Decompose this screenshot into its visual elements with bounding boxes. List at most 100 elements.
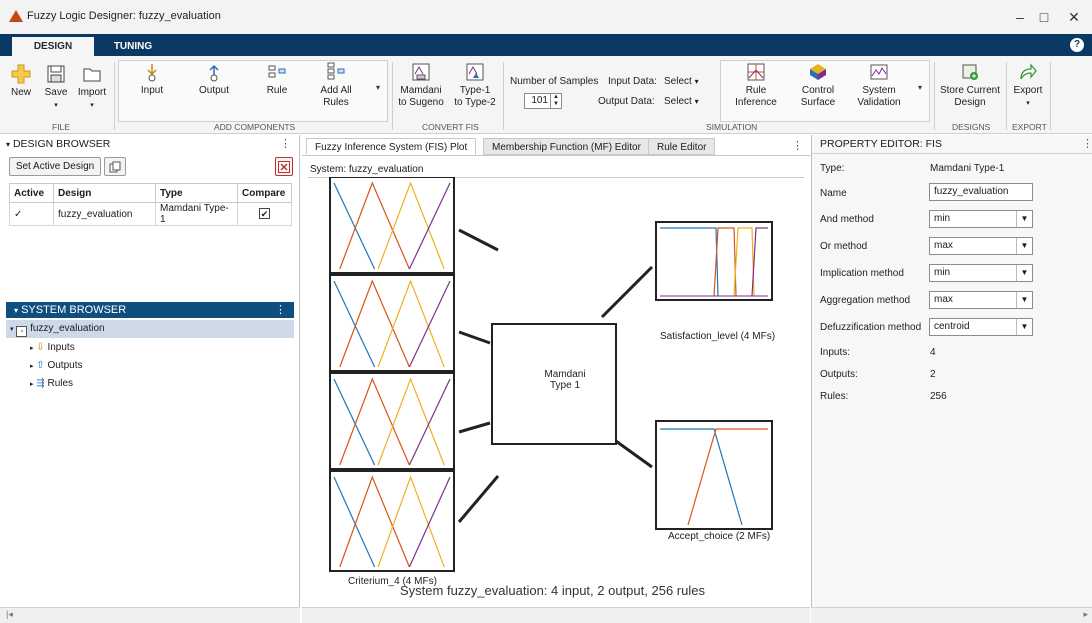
center-more-options-icon[interactable]: ⋮ [792, 139, 803, 152]
implication-method-select[interactable]: min ▼ [929, 264, 1033, 282]
new-label: New [10, 87, 31, 98]
design-browser-header[interactable]: ▾ DESIGN BROWSER [6, 137, 110, 151]
close-button[interactable]: ✕ [1056, 6, 1092, 28]
defuzzification-method-select[interactable]: centroid ▼ [929, 318, 1033, 336]
center-scrollbar[interactable] [302, 607, 810, 623]
simulation-group-label: SIMULATION [706, 122, 758, 132]
export-arrow-icon [1020, 63, 1037, 80]
tree-item-rules[interactable]: ▸ ⇶ Rules [30, 376, 73, 392]
property-more-options-icon[interactable]: ⋮ [1082, 137, 1092, 150]
add-all-label-1: Add All [320, 85, 352, 96]
system-browser-header[interactable]: ▾ SYSTEM BROWSER ⋮ [6, 302, 294, 318]
expand-arrow-icon[interactable]: ▸ [30, 363, 34, 370]
mamdani-to-sugeno-button[interactable]: Mamdani to Sugeno [396, 62, 446, 109]
left-scrollbar[interactable]: |◂ [0, 607, 300, 623]
column-header-active[interactable]: Active [9, 183, 54, 203]
set-active-design-button[interactable]: Set Active Design [9, 157, 101, 176]
tree-item-outputs[interactable]: ▸ ⇧ Outputs [30, 358, 83, 374]
tab-rule-editor[interactable]: Rule Editor [648, 138, 716, 155]
help-button[interactable]: ? [1070, 38, 1084, 52]
aggregation-method-value: max [934, 294, 953, 305]
output-label: Output [198, 85, 230, 96]
input-data-dropdown[interactable]: Select ▾ [664, 76, 699, 87]
fis-box-label: Mamdani Type 1 [535, 369, 595, 391]
ribbon: New Save ▾ Import ▾ FILE Input Output Rule… [0, 56, 1092, 134]
save-button[interactable]: Save ▾ [42, 64, 70, 112]
implication-method-value: min [934, 267, 951, 278]
system-browser-more-icon[interactable]: ⋮ [275, 302, 286, 318]
outputs-value: 2 [930, 369, 936, 380]
expand-arrow-icon[interactable]: ▸ [30, 345, 34, 352]
duplicate-icon [109, 161, 121, 173]
save-label: Save [44, 87, 68, 98]
tab-fis-plot[interactable]: Fuzzy Inference System (FIS) Plot [306, 138, 477, 155]
tab-tuning[interactable]: TUNING [104, 37, 162, 56]
and-method-value: min [934, 213, 951, 224]
ribbon-separator [1006, 62, 1007, 130]
folder-icon [83, 68, 101, 82]
column-header-design[interactable]: Design [53, 183, 156, 203]
outputs-label: Outputs: [820, 369, 858, 380]
type-label: Type: [820, 163, 845, 174]
and-method-select[interactable]: min ▼ [929, 210, 1033, 228]
property-editor-title: PROPERTY EDITOR: FIS [820, 138, 942, 150]
rule-inference-button[interactable]: Rule Inference [734, 62, 778, 109]
dropdown-arrow-icon: ▼ [1016, 292, 1032, 308]
import-button[interactable]: Import ▾ [74, 64, 110, 112]
import-label: Import [77, 87, 107, 98]
collapse-arrow-icon[interactable]: ▾ [10, 326, 14, 333]
new-button[interactable]: New [6, 64, 36, 99]
type1-to-type2-button[interactable]: Type-1 to Type-2 [450, 62, 500, 109]
add-rule-button[interactable]: Rule [258, 62, 296, 97]
simulation-gallery-expand-icon[interactable]: ▾ [918, 83, 922, 92]
inputs-value: 4 [930, 347, 936, 358]
aggregation-method-select[interactable]: max ▼ [929, 291, 1033, 309]
delete-design-button[interactable] [275, 157, 293, 176]
and-method-label: And method [820, 214, 874, 225]
tree-item-inputs[interactable]: ▸ ⇩ Inputs [30, 340, 75, 356]
num-samples-spinner[interactable]: 101 ▲ ▼ [524, 93, 562, 109]
tab-design[interactable]: DESIGN [12, 37, 94, 56]
table-row[interactable]: ✓ fuzzy_evaluation Mamdani Type-1 ✔ [9, 202, 292, 226]
control-surface-label-2: Surface [800, 97, 836, 108]
tab-mf-editor[interactable]: Membership Function (MF) Editor [483, 138, 650, 155]
tree-item-label: Rules [47, 378, 74, 389]
designs-group-label: DESIGNS [952, 122, 991, 132]
control-surface-button[interactable]: Control Surface [796, 62, 840, 109]
output-node-icon: ⇧ [36, 360, 45, 371]
duplicate-design-button[interactable] [104, 157, 126, 176]
system-label: System: fuzzy_evaluation [310, 164, 424, 175]
export-button[interactable]: Export ▾ [1010, 62, 1046, 110]
gallery-expand-icon[interactable]: ▾ [376, 83, 380, 92]
expand-arrow-icon[interactable]: ▸ [30, 381, 34, 388]
right-scrollbar[interactable]: ▸ [811, 607, 1092, 623]
or-method-select[interactable]: max ▼ [929, 237, 1033, 255]
convert-group-label: CONVERT FIS [422, 122, 479, 132]
fis-icon: ▫ [16, 326, 28, 337]
name-field[interactable]: fuzzy_evaluation [929, 183, 1033, 201]
column-header-type[interactable]: Type [155, 183, 238, 203]
more-options-icon[interactable]: ⋮ [280, 137, 291, 150]
system-validation-button[interactable]: System Validation [852, 62, 906, 109]
tree-item-label: Outputs [47, 360, 83, 371]
store-design-icon [962, 64, 978, 80]
ribbon-separator [503, 62, 504, 130]
column-header-compare[interactable]: Compare [237, 183, 292, 203]
store-current-design-button[interactable]: Store Current Design [938, 62, 1002, 109]
tree-root-fuzzy-evaluation[interactable]: ▾ ▫ fuzzy_evaluation [10, 321, 105, 337]
center-panel: Fuzzy Inference System (FIS) Plot Member… [302, 135, 810, 607]
add-input-button[interactable]: Input [132, 62, 172, 97]
rule-inference-label-1: Rule [745, 85, 767, 96]
property-editor-panel: PROPERTY EDITOR: FIS ⋮ Type: Mamdani Typ… [811, 135, 1092, 607]
compare-checkbox[interactable]: ✔ [237, 202, 292, 226]
matlab-logo-icon [9, 10, 23, 22]
add-output-button[interactable]: Output [192, 62, 236, 97]
spinner-arrows-icon[interactable]: ▲ ▼ [550, 94, 561, 108]
left-panel: ▾ DESIGN BROWSER ⋮ Set Active Design Act… [0, 135, 300, 607]
defuzzification-method-value: centroid [934, 321, 970, 332]
output-data-dropdown[interactable]: Select ▾ [664, 96, 699, 107]
add-all-rules-button[interactable]: Add All Rules [314, 62, 358, 109]
window-title: Fuzzy Logic Designer: fuzzy_evaluation [27, 10, 221, 22]
aggregation-method-label: Aggregation method [820, 295, 911, 306]
rule-icon [268, 65, 286, 78]
